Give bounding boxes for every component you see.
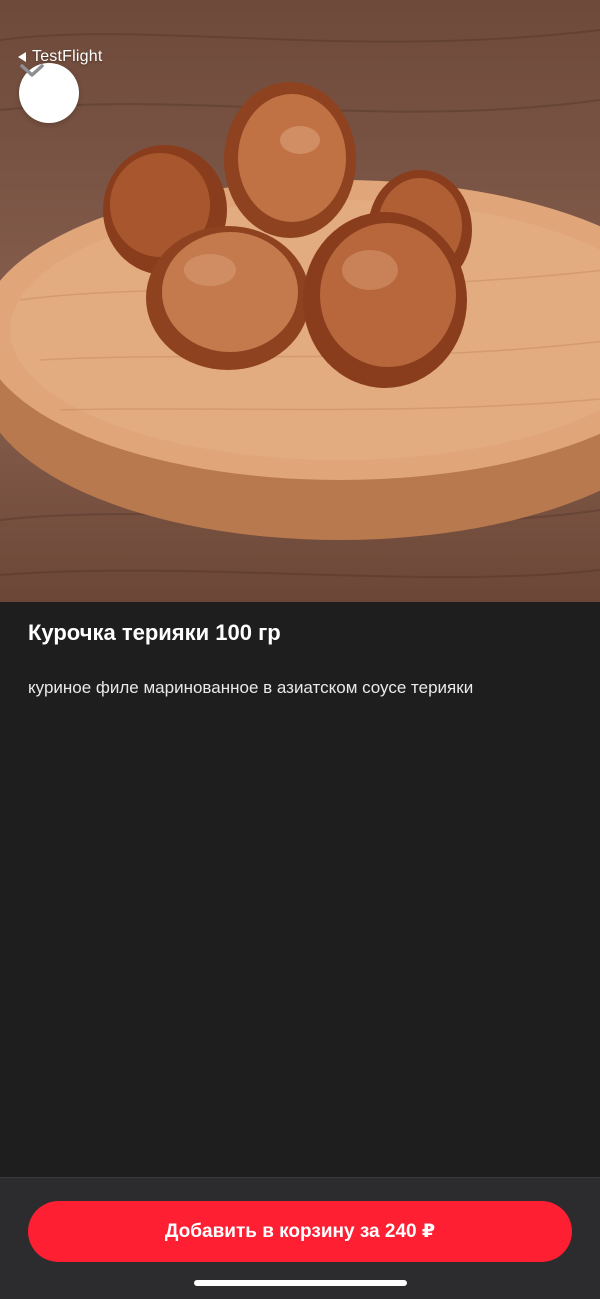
add-to-cart-button[interactable]: Добавить в корзину за 240 ₽	[28, 1201, 572, 1262]
product-image: TestFlight	[0, 0, 600, 602]
product-title: Курочка терияки 100 гр	[28, 620, 281, 645]
product-description: куриное филе маринованное в азиатском со…	[28, 678, 474, 697]
product-photo-illustration	[0, 29, 600, 579]
product-details: Курочка терияки 100 гр куриное филе мари…	[0, 602, 600, 1177]
bottom-action-bar: Добавить в корзину за 240 ₽	[0, 1177, 600, 1299]
back-arrow-icon	[18, 52, 26, 62]
collapse-button[interactable]	[19, 63, 79, 123]
home-indicator	[194, 1280, 407, 1286]
chevron-down-icon	[20, 64, 44, 77]
